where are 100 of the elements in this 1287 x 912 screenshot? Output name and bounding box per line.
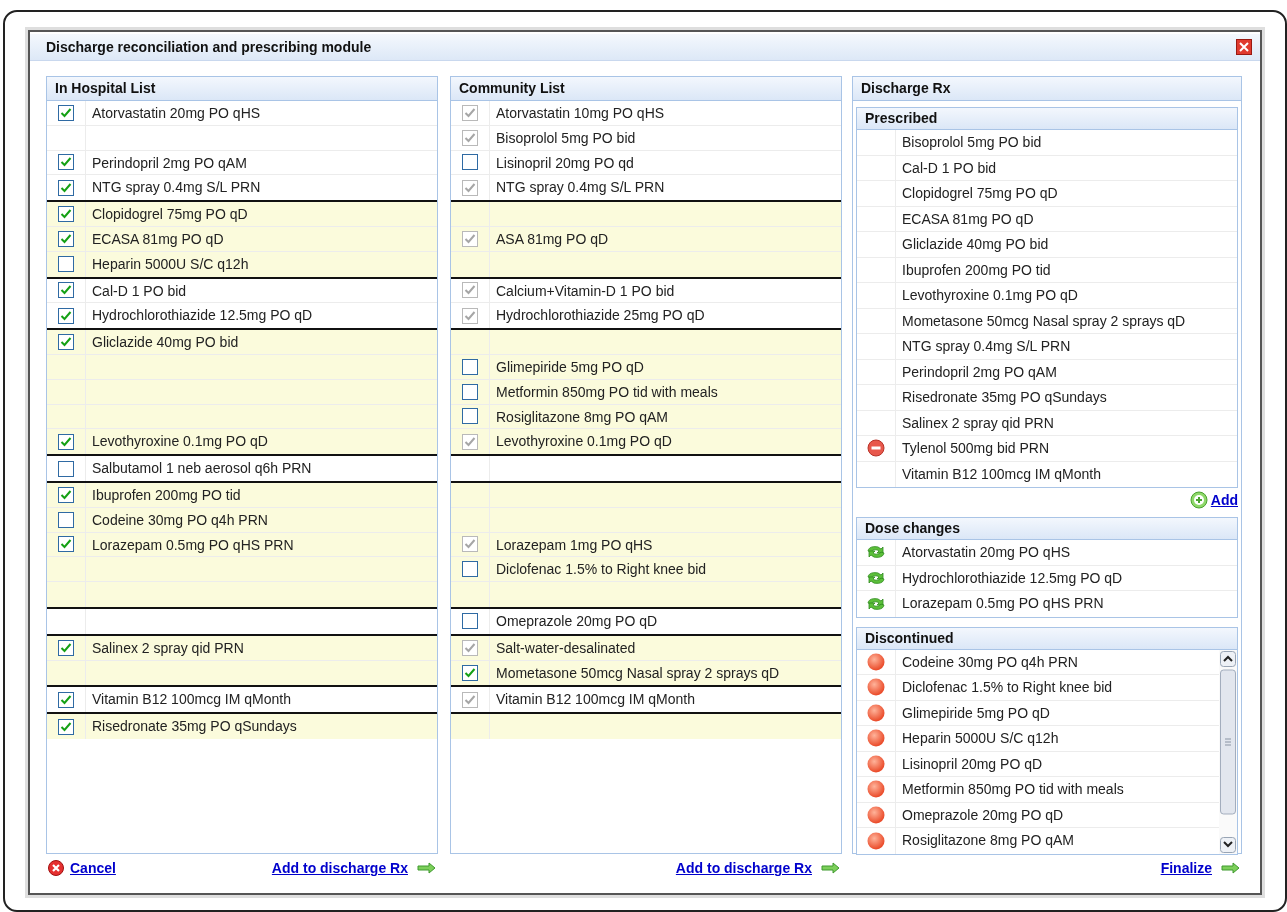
medication-label: Ibuprofen 200mg PO tid — [902, 261, 1051, 278]
checkbox[interactable] — [462, 358, 478, 375]
checkbox[interactable] — [58, 206, 74, 223]
medication-label: Hydrochlorothiazide 12.5mg PO qD — [92, 307, 313, 324]
checkbox[interactable] — [58, 104, 74, 121]
add-to-discharge-link[interactable]: Add to discharge Rx — [675, 860, 812, 876]
checkbox[interactable] — [58, 691, 74, 708]
medication-label: Atorvastatin 20mg PO qHS — [902, 544, 1071, 560]
checkbox[interactable] — [58, 334, 74, 351]
cancel-icon — [48, 860, 64, 876]
medication-label: Risedronate 35mg PO qSundays — [92, 718, 297, 735]
medication-label: Rosiglitazone 8mg PO qAM — [902, 832, 1074, 848]
medication-label: Atorvastatin 10mg PO qHS — [496, 105, 665, 121]
medication-label: NTG spray 0.4mg S/L PRN — [496, 179, 665, 196]
arrow-right-icon — [417, 861, 436, 875]
checkbox[interactable] — [58, 511, 74, 528]
section-header: Prescribed — [857, 108, 1237, 130]
medication-label: Salinex 2 spray qid PRN — [92, 639, 244, 656]
checkbox[interactable] — [462, 664, 478, 681]
checkbox[interactable] — [58, 486, 74, 503]
section-header: Discontinued — [857, 627, 1237, 650]
stop-dot-icon — [867, 754, 885, 773]
medication-label: Omeprazole 20mg PO qD — [902, 806, 1064, 823]
medication-label: Heparin 5000U S/C q12h — [902, 730, 1059, 746]
medication-label: Rosiglitazone 8mg PO qAM — [496, 408, 668, 425]
medication-label: Salbutamol 1 neb aerosol q6h PRN — [92, 460, 312, 477]
checkbox[interactable] — [58, 433, 74, 450]
medication-label: Vitamin B12 100mcg IM qMonth — [92, 691, 291, 708]
stop-dot-icon — [867, 805, 885, 824]
medication-label: Lorazepam 1mg PO qHS — [496, 536, 653, 553]
checkbox[interactable] — [58, 230, 74, 247]
panel-header: In Hospital List — [47, 77, 437, 101]
checkbox[interactable] — [58, 282, 74, 299]
medication-label: Clopidogrel 75mg PO qD — [92, 206, 248, 223]
section-header: Dose changes — [857, 518, 1237, 540]
medication-label: Perindopril 2mg PO qAM — [902, 363, 1057, 380]
checkbox[interactable] — [462, 613, 478, 630]
medication-label: Ibuprofen 200mg PO tid — [92, 486, 241, 503]
medication-label: Lisinopril 20mg PO qd — [496, 154, 634, 171]
checkbox[interactable] — [462, 154, 478, 171]
medication-label: Mometasone 50mcg Nasal spray 2 sprays qD — [902, 312, 1186, 329]
medication-label: Cal-D 1 PO bid — [92, 282, 187, 299]
panel-header: Discharge Rx — [853, 77, 1241, 101]
checkbox[interactable] — [58, 460, 74, 477]
checkbox[interactable] — [58, 154, 74, 171]
medication-label: NTG spray 0.4mg S/L PRN — [902, 338, 1071, 354]
medication-label: Mometasone 50mcg Nasal spray 2 sprays qD — [496, 664, 780, 681]
medication-label: Salt-water-desalinated — [496, 639, 636, 656]
medication-label: Metformin 850mg PO tid with meals — [496, 383, 718, 400]
checkbox[interactable] — [58, 307, 74, 324]
medication-label: ECASA 81mg PO qD — [92, 231, 224, 247]
add-link[interactable]: Add — [1210, 492, 1238, 508]
stop-dot-icon — [867, 729, 885, 748]
medication-label: ASA 81mg PO qD — [496, 231, 609, 247]
add-icon — [1189, 491, 1208, 509]
scrollbar[interactable] — [1219, 649, 1237, 854]
medication-label: Metformin 850mg PO tid with meals — [902, 781, 1124, 797]
medication-label: Hydrochlorothiazide 25mg PO qD — [496, 307, 705, 324]
medication-label: Heparin 5000U S/C q12h — [92, 255, 249, 272]
checkbox[interactable] — [462, 561, 478, 578]
medication-label: Lorazepam 0.5mg PO qHS PRN — [902, 595, 1104, 611]
medication-label: Perindopril 2mg PO qAM — [92, 154, 247, 171]
checkbox[interactable] — [58, 718, 74, 735]
medication-label: Levothyroxine 0.1mg PO qD — [92, 433, 268, 450]
checkbox[interactable] — [58, 536, 74, 553]
cancel-link[interactable]: Cancel — [70, 860, 116, 876]
medication-label: Diclofenac 1.5% to Right knee bid — [496, 561, 707, 578]
medication-label: Codeine 30mg PO q4h PRN — [902, 653, 1078, 670]
stop-dot-icon — [867, 652, 885, 671]
stop-dot-icon — [867, 703, 885, 722]
stop-dot-icon — [867, 831, 885, 850]
checkbox[interactable] — [58, 256, 74, 273]
medication-label: Lisinopril 20mg PO qD — [902, 755, 1043, 772]
medication-label: Levothyroxine 0.1mg PO qD — [902, 287, 1078, 303]
remove-icon[interactable] — [867, 439, 885, 458]
checkbox[interactable] — [462, 383, 478, 400]
medication-label: Gliclazide 40mg PO bid — [92, 334, 239, 351]
panel-header: Community List — [451, 77, 841, 101]
medication-label: Vitamin B12 100mcg IM qMonth — [496, 691, 695, 708]
medication-label: Clopidogrel 75mg PO qD — [902, 185, 1058, 201]
stop-dot-icon — [867, 780, 885, 799]
medication-label: Cal-D 1 PO bid — [902, 159, 997, 176]
medication-label: Gliclazide 40mg PO bid — [902, 236, 1049, 252]
medication-label: Salinex 2 spray qid PRN — [902, 414, 1054, 431]
medication-label: Calcium+Vitamin-D 1 PO bid — [496, 282, 675, 299]
medication-label: Glimepiride 5mg PO qD — [496, 358, 644, 375]
arrow-right-icon — [1221, 861, 1240, 875]
close-icon[interactable] — [1236, 39, 1252, 55]
medication-label: ECASA 81mg PO qD — [902, 210, 1034, 227]
checkbox[interactable] — [58, 639, 74, 656]
medication-label: Lorazepam 0.5mg PO qHS PRN — [92, 536, 294, 553]
medication-label: Risedronate 35mg PO qSundays — [902, 389, 1107, 405]
medication-label: Atorvastatin 20mg PO qHS — [92, 105, 261, 121]
checkbox[interactable] — [462, 408, 478, 425]
stop-dot-icon — [867, 678, 885, 697]
medication-label: Diclofenac 1.5% to Right knee bid — [902, 679, 1113, 695]
add-to-discharge-link[interactable]: Add to discharge Rx — [271, 860, 408, 876]
medication-label: NTG spray 0.4mg S/L PRN — [92, 179, 261, 196]
checkbox[interactable] — [58, 179, 74, 196]
finalize-link[interactable]: Finalize — [1160, 860, 1212, 876]
